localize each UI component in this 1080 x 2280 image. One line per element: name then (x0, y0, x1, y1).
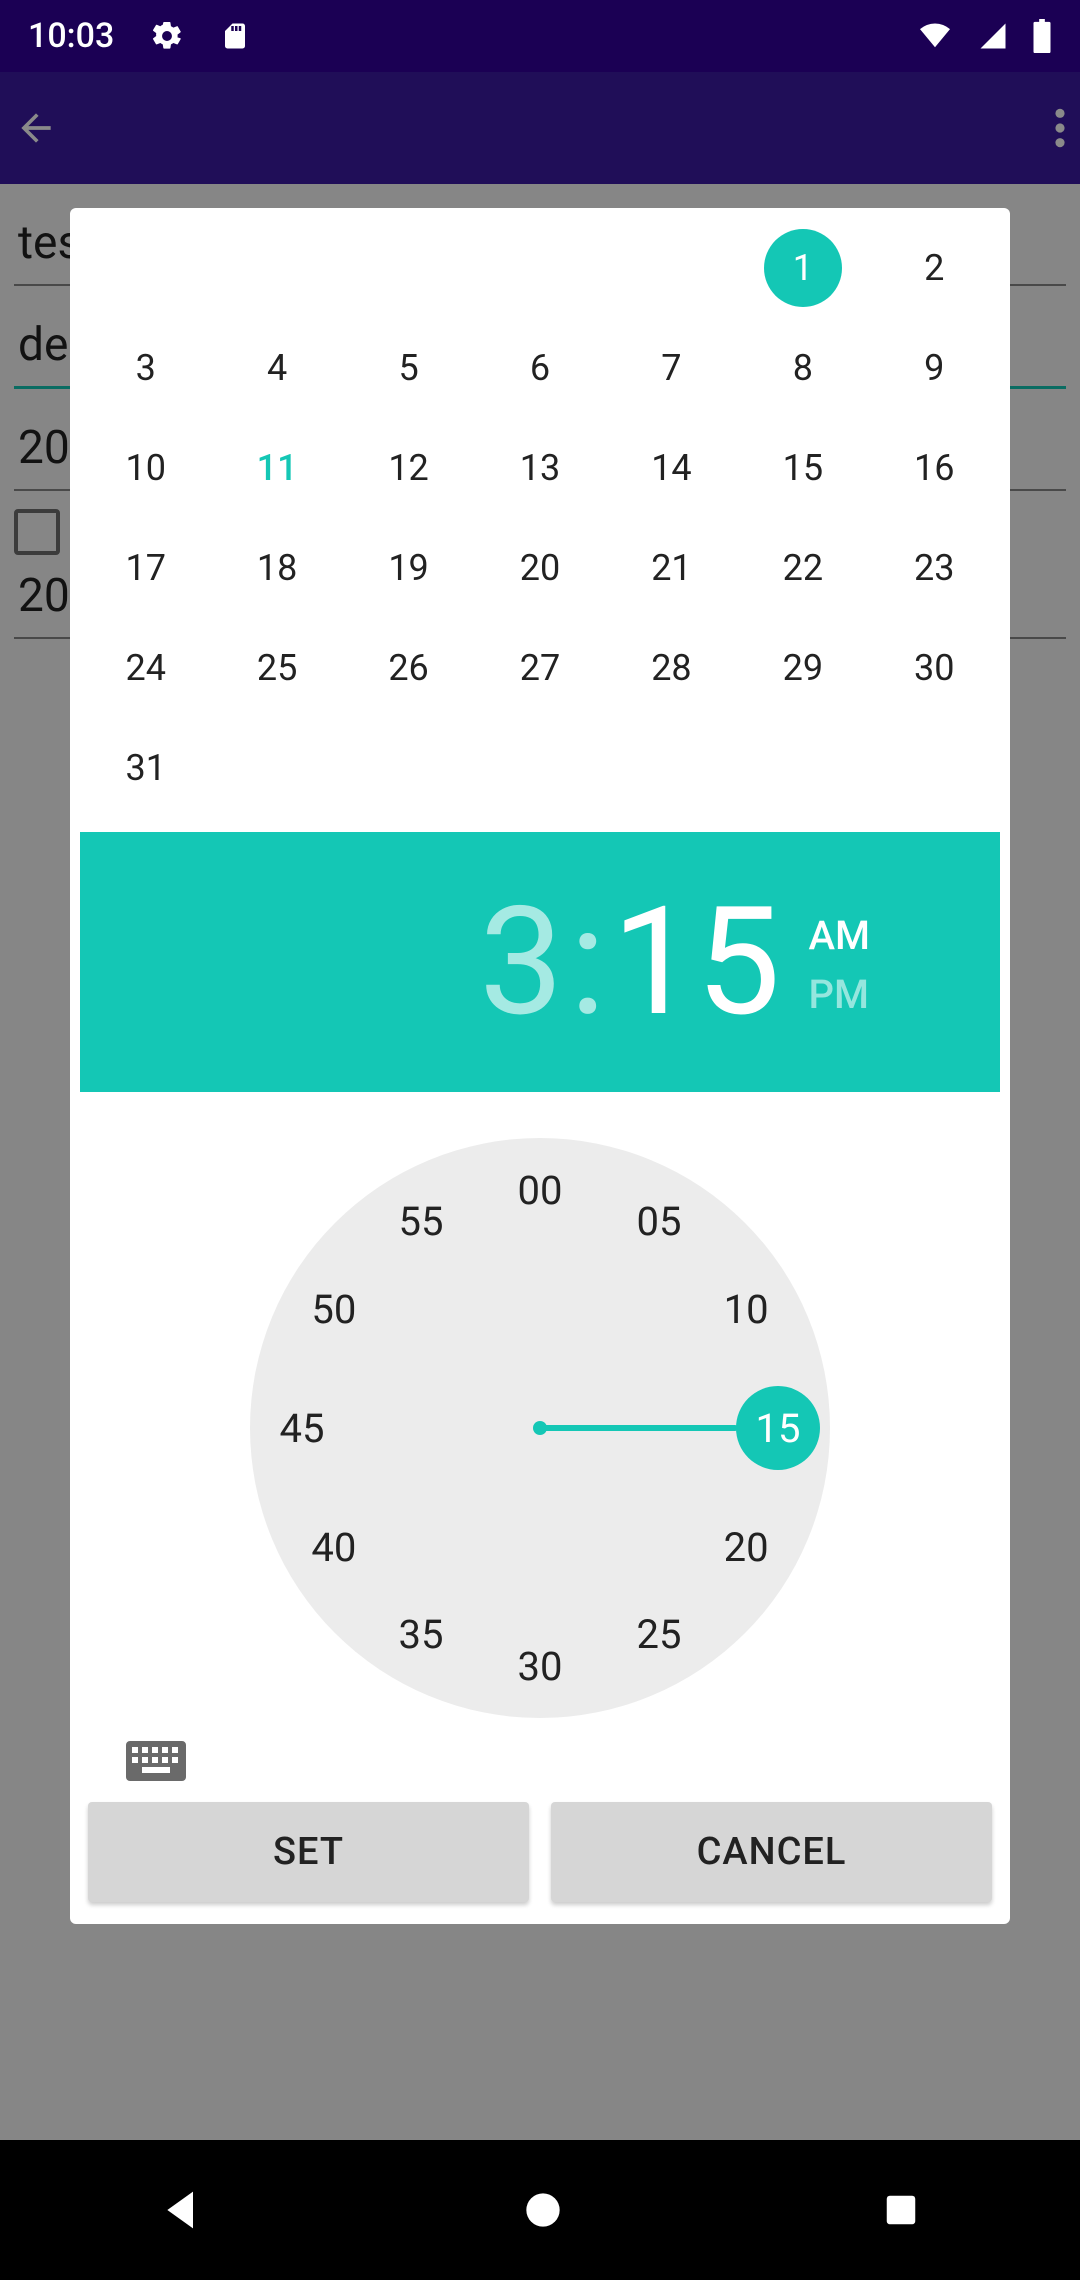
calendar-day[interactable]: 7 (606, 318, 737, 418)
time-minute[interactable]: 15 (612, 874, 781, 1050)
calendar-cell-empty (474, 218, 605, 318)
calendar-cell-empty (343, 218, 474, 318)
clock-minute-mark[interactable]: 20 (704, 1505, 788, 1589)
calendar-day[interactable]: 30 (869, 618, 1000, 718)
calendar-day[interactable]: 10 (80, 418, 211, 518)
calendar-day[interactable]: 16 (869, 418, 1000, 518)
clock-minute-mark[interactable]: 45 (260, 1386, 344, 1470)
wifi-icon (916, 21, 954, 51)
calendar-day[interactable]: 11 (211, 418, 342, 518)
nav-recent-icon[interactable] (882, 2191, 920, 2229)
signal-icon (978, 21, 1008, 51)
sd-card-icon (220, 19, 250, 53)
calendar-day[interactable]: 2 (869, 218, 1000, 318)
calendar-day[interactable]: 22 (737, 518, 868, 618)
time-display-header: 3 : 15 AM PM (80, 832, 1000, 1092)
calendar-cell-empty (80, 218, 211, 318)
calendar-day[interactable]: 14 (606, 418, 737, 518)
time-colon: : (570, 874, 606, 1050)
calendar-day[interactable]: 13 (474, 418, 605, 518)
calendar-day[interactable]: 8 (737, 318, 868, 418)
status-clock: 10:03 (28, 16, 114, 56)
gear-icon (150, 19, 184, 53)
nav-back-icon[interactable] (160, 2188, 204, 2232)
calendar-day[interactable]: 21 (606, 518, 737, 618)
clock-minute-mark[interactable]: 50 (292, 1267, 376, 1351)
calendar-grid: 1234567891011121314151617181920212223242… (80, 218, 1000, 818)
calendar-day[interactable]: 17 (80, 518, 211, 618)
datetime-picker-dialog: 1234567891011121314151617181920212223242… (70, 208, 1010, 1924)
calendar-day[interactable]: 19 (343, 518, 474, 618)
calendar-day[interactable]: 1 (737, 218, 868, 318)
clock-minute-mark[interactable]: 35 (379, 1592, 463, 1676)
battery-icon (1032, 19, 1052, 53)
calendar-day[interactable]: 12 (343, 418, 474, 518)
status-bar: 10:03 (0, 0, 1080, 72)
nav-bar (0, 2140, 1080, 2280)
cancel-button[interactable]: CANCEL (551, 1802, 992, 1902)
clock-pivot (533, 1421, 547, 1435)
calendar-cell-empty (211, 218, 342, 318)
set-button[interactable]: SET (88, 1802, 529, 1902)
pm-toggle[interactable]: PM (808, 971, 870, 1018)
calendar-cell-empty (606, 218, 737, 318)
calendar-day[interactable]: 18 (211, 518, 342, 618)
clock-face[interactable]: 00 0510 15 2025 30 3540 45 5055 (250, 1138, 830, 1718)
calendar-day[interactable]: 29 (737, 618, 868, 718)
calendar-day[interactable]: 9 (869, 318, 1000, 418)
clock-minute-mark[interactable]: 15 (736, 1386, 820, 1470)
calendar-day[interactable]: 24 (80, 618, 211, 718)
nav-home-icon[interactable] (523, 2190, 563, 2230)
calendar-day[interactable]: 27 (474, 618, 605, 718)
keyboard-input-icon[interactable] (126, 1740, 1000, 1786)
am-toggle[interactable]: AM (808, 912, 870, 959)
calendar-day[interactable]: 31 (80, 718, 211, 818)
calendar-day[interactable]: 4 (211, 318, 342, 418)
clock-minute-mark[interactable]: 55 (379, 1180, 463, 1264)
calendar-day[interactable]: 25 (211, 618, 342, 718)
clock-minute-mark[interactable]: 40 (292, 1505, 376, 1589)
calendar-day[interactable]: 6 (474, 318, 605, 418)
calendar-day[interactable]: 26 (343, 618, 474, 718)
time-hour[interactable]: 3 (479, 874, 563, 1050)
clock-hand (540, 1425, 738, 1431)
clock-minute-mark[interactable]: 05 (617, 1180, 701, 1264)
calendar-day[interactable]: 5 (343, 318, 474, 418)
calendar-day[interactable]: 3 (80, 318, 211, 418)
calendar-day[interactable]: 23 (869, 518, 1000, 618)
calendar-day[interactable]: 20 (474, 518, 605, 618)
clock-minute-mark[interactable]: 10 (704, 1267, 788, 1351)
calendar-day[interactable]: 15 (737, 418, 868, 518)
calendar-day[interactable]: 28 (606, 618, 737, 718)
clock-minute-mark[interactable]: 25 (617, 1592, 701, 1676)
clock-minute-mark[interactable]: 30 (498, 1624, 582, 1708)
clock-minute-mark[interactable]: 00 (498, 1148, 582, 1232)
